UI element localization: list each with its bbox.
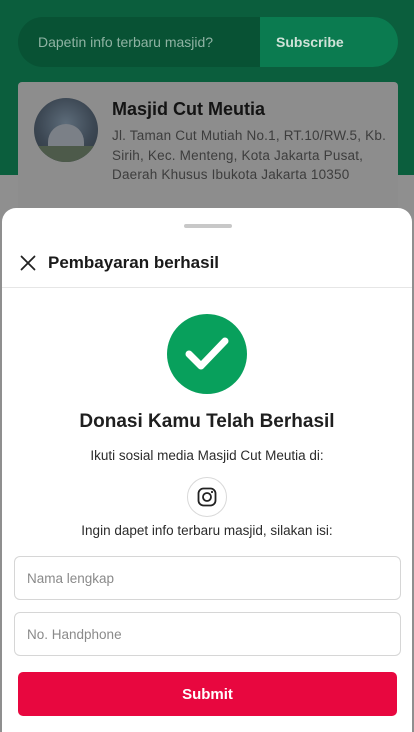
- social-media-text: Ikuti sosial media Masjid Cut Meutia di:: [90, 448, 324, 463]
- submit-button[interactable]: Submit: [18, 672, 397, 716]
- instagram-button[interactable]: [187, 477, 227, 517]
- sheet-drag-handle[interactable]: [184, 224, 232, 228]
- mosque-name: Masjid Cut Meutia: [112, 99, 266, 119]
- subscribe-bar: Dapetin info terbaru masjid? Subscribe: [18, 17, 398, 67]
- check-icon: [185, 337, 229, 370]
- mosque-info: Masjid Cut Meutia Jl. Taman Cut Mutiah N…: [112, 98, 392, 222]
- name-field[interactable]: [14, 556, 401, 600]
- sheet-title: Pembayaran berhasil: [48, 252, 220, 272]
- close-button[interactable]: [16, 251, 40, 275]
- subscribe-button[interactable]: Subscribe: [260, 17, 398, 67]
- subscribe-info-text: Ingin dapet info terbaru masjid, silakan…: [81, 523, 333, 538]
- subscribe-input[interactable]: Dapetin info terbaru masjid?: [18, 17, 260, 67]
- instagram-icon: [197, 487, 217, 507]
- payment-success-sheet: Pembayaran berhasil Donasi Kamu Telah Be…: [2, 208, 412, 732]
- phone-field[interactable]: [14, 612, 401, 656]
- mosque-card: Masjid Cut Meutia Jl. Taman Cut Mutiah N…: [18, 82, 398, 222]
- mosque-avatar: [34, 98, 98, 162]
- close-icon: [20, 255, 36, 270]
- sheet-header: Pembayaran berhasil: [2, 238, 412, 288]
- success-title: Donasi Kamu Telah Berhasil: [79, 411, 335, 432]
- success-badge: [167, 314, 247, 394]
- mosque-address: Jl. Taman Cut Mutiah No.1, RT.10/RW.5, K…: [112, 128, 387, 182]
